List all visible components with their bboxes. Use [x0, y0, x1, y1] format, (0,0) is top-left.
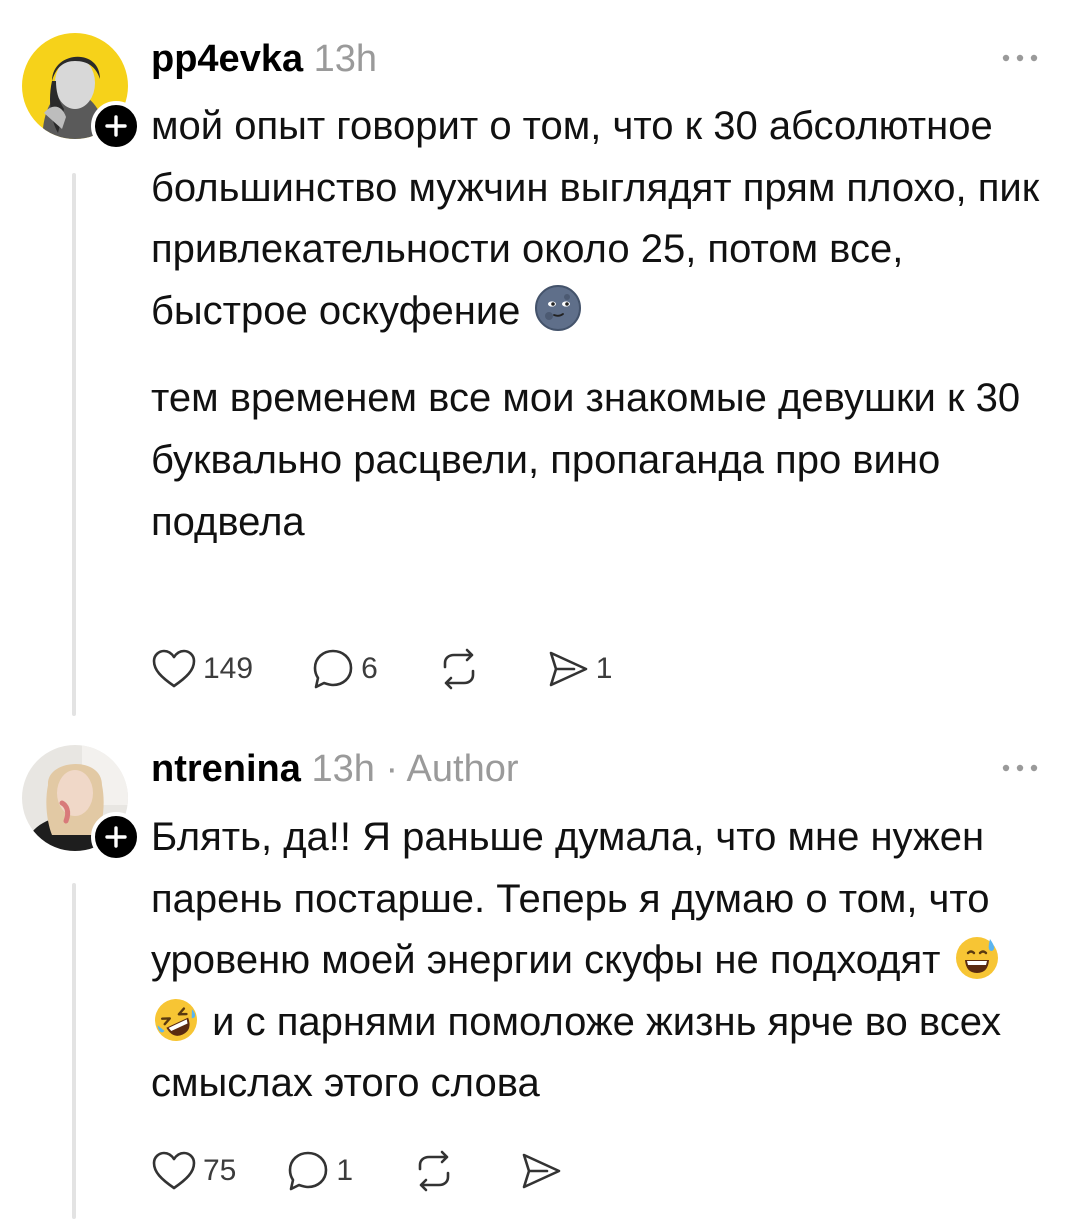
- more-dots-icon[interactable]: [1000, 52, 1040, 64]
- paragraph: Блять, да!! Я раньше думала, что мне нуж…: [151, 807, 1051, 1115]
- timestamp: 13h: [311, 748, 375, 790]
- comment-bubble-icon: [289, 1151, 328, 1191]
- thread-line: [72, 883, 76, 1219]
- like-button[interactable]: 149: [151, 648, 253, 690]
- like-count: 149: [203, 652, 254, 685]
- username[interactable]: pp4evka: [151, 38, 303, 80]
- new-moon-face-emoji: [534, 284, 581, 331]
- post-actions: 75 1: [151, 1146, 627, 1196]
- repost-arrows-icon: [443, 648, 475, 690]
- repost-arrows-icon: [418, 1150, 450, 1192]
- post-header: pp4evka 13h: [151, 37, 377, 81]
- post-pp4evka: pp4evka 13h мой опыт говорит о том, что …: [0, 0, 1080, 720]
- reply-count: 1: [336, 1154, 354, 1187]
- post-ntrenina: ntrenina 13h · Author Блять, да!! Я рань…: [0, 720, 1080, 1222]
- follow-button[interactable]: [91, 812, 141, 862]
- repost-button[interactable]: [436, 647, 488, 691]
- post-header: ntrenina 13h · Author: [151, 747, 519, 791]
- share-count: 1: [595, 652, 613, 685]
- reply-count: 6: [361, 652, 378, 685]
- rolling-on-floor-laughing-emoji: [155, 998, 197, 1041]
- timestamp: 13h: [313, 38, 378, 80]
- more-dots-icon[interactable]: [1000, 762, 1040, 774]
- post-actions: 149 6 1: [151, 644, 670, 694]
- share-button[interactable]: 1: [546, 648, 613, 690]
- paragraph: тем временем все мои знакомые девушки к …: [151, 376, 1021, 544]
- reply-button[interactable]: 1: [286, 1149, 353, 1193]
- repost-button[interactable]: [411, 1149, 463, 1193]
- like-count: 75: [203, 1154, 237, 1187]
- post-text: мой опыт говорит о том, что к 30 абсолют…: [151, 96, 1051, 553]
- username[interactable]: ntrenina: [151, 748, 301, 790]
- follow-button[interactable]: [91, 101, 141, 151]
- reply-button[interactable]: 6: [311, 647, 378, 691]
- share-button[interactable]: [519, 1150, 569, 1192]
- paragraph: мой опыт говорит о том, что к 30 абсолют…: [151, 104, 1040, 333]
- thread-line: [72, 173, 76, 716]
- paper-plane-icon: [549, 651, 588, 687]
- like-button[interactable]: 75: [151, 1150, 236, 1192]
- comment-bubble-icon: [313, 649, 353, 689]
- heart-icon: [152, 1151, 196, 1190]
- plus-icon: [105, 115, 127, 137]
- heart-icon: [152, 649, 196, 688]
- author-badge: · Author: [385, 748, 519, 790]
- plus-icon: [105, 826, 127, 848]
- post-text: Блять, да!! Я раньше думала, что мне нуж…: [151, 807, 1051, 1115]
- grinning-sweat-emoji: [955, 937, 998, 980]
- paper-plane-icon: [522, 1153, 561, 1189]
